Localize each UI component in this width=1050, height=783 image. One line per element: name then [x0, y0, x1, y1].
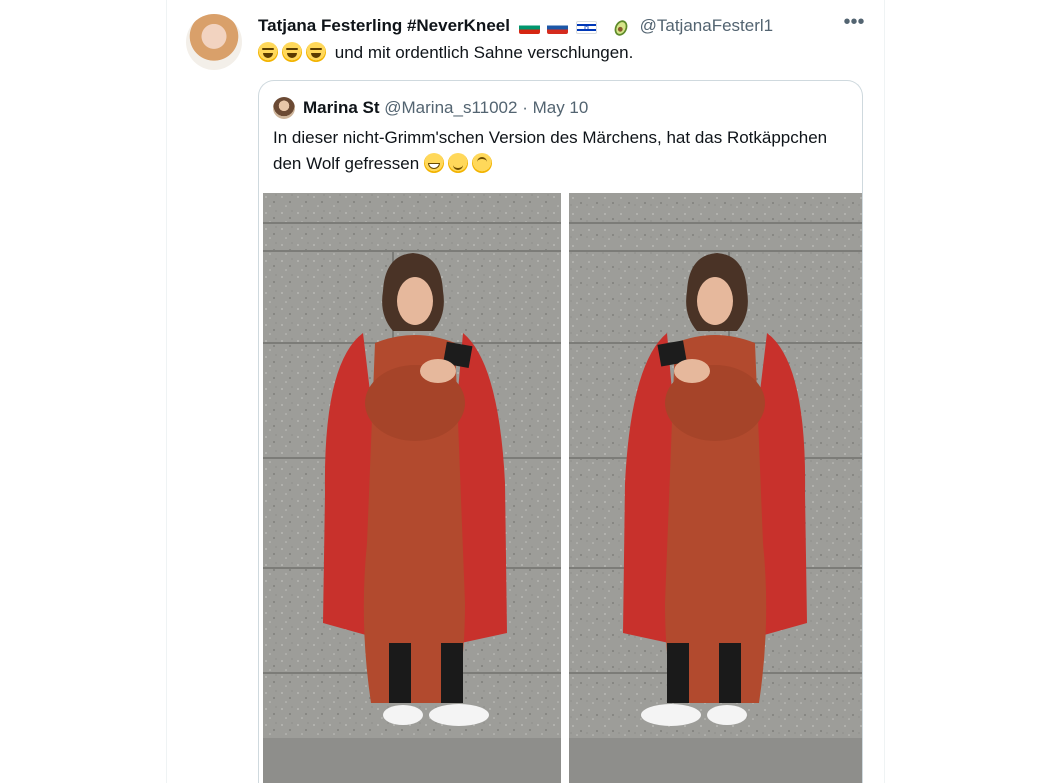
- timeline-left-border: [166, 0, 167, 783]
- photo-right[interactable]: [569, 193, 862, 783]
- tears-of-joy-emoji-icon: [258, 42, 278, 62]
- quoted-author-avatar[interactable]: [273, 97, 295, 119]
- quoted-tweet-header: Marina St @Marina_s11002 · May 10: [303, 97, 588, 119]
- quoted-author-handle[interactable]: @Marina_s11002: [384, 98, 517, 117]
- quoted-tweet-media[interactable]: [263, 193, 862, 783]
- woman-in-red-coat-photo-right: [569, 193, 862, 783]
- tears-of-joy-emoji-icon: [306, 42, 326, 62]
- grinning-face-emoji-icon: [423, 153, 444, 173]
- author-flags: ✡: [518, 16, 600, 38]
- upside-down-face-emoji-icon: [471, 153, 492, 173]
- timeline-right-border: [884, 0, 885, 783]
- tears-of-joy-emoji-icon: [282, 42, 302, 62]
- woman-in-red-coat-photo-left: [263, 193, 561, 783]
- quoted-tweet[interactable]: Marina St @Marina_s11002 · May 10 In die…: [258, 80, 863, 783]
- more-options-icon[interactable]: •••: [843, 12, 865, 34]
- quoted-tweet-date[interactable]: May 10: [533, 98, 589, 117]
- avocado-icon: [614, 19, 628, 36]
- flag-bulgaria-icon: [518, 20, 540, 34]
- author-handle[interactable]: @TatjanaFesterl1: [640, 16, 774, 35]
- quoted-author-name[interactable]: Marina St: [303, 98, 380, 117]
- tweet-text: und mit ordentlich Sahne verschlungen.: [258, 42, 633, 64]
- quoted-tweet-body: In dieser nicht-Grimm'schen Version des …: [273, 128, 828, 173]
- tweet-body: und mit ordentlich Sahne verschlungen.: [334, 43, 634, 62]
- flag-israel-icon: ✡: [576, 20, 598, 34]
- photo-left[interactable]: [263, 193, 561, 783]
- author-name[interactable]: Tatjana Festerling #NeverKneel: [258, 16, 510, 35]
- quoted-tweet-text: In dieser nicht-Grimm'schen Version des …: [273, 125, 833, 177]
- author-avatar[interactable]: [186, 14, 242, 70]
- meta-separator: ·: [522, 98, 528, 117]
- flag-russia-icon: [547, 20, 569, 34]
- winking-face-emoji-icon: [447, 153, 468, 173]
- tweet-header: Tatjana Festerling #NeverKneel ✡ @Tatjan…: [258, 15, 773, 37]
